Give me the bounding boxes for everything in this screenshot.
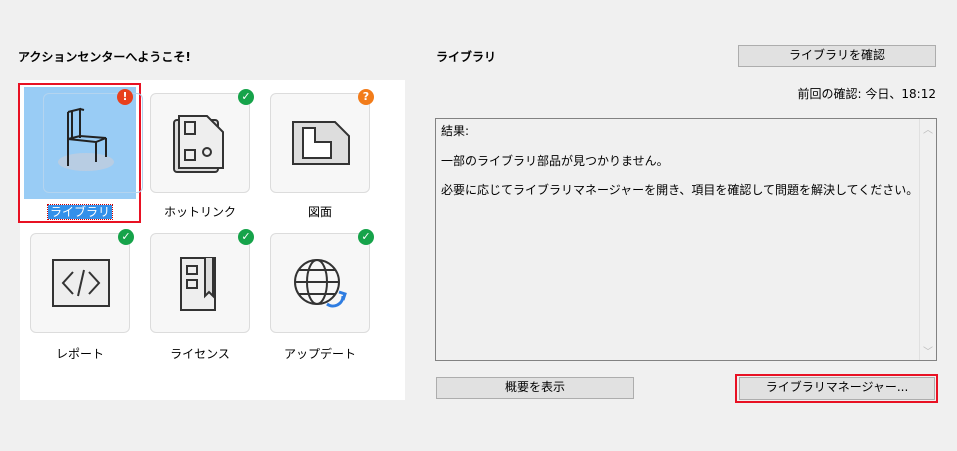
drawing-icon	[292, 121, 350, 165]
tile-label-license: ライセンス	[170, 347, 230, 361]
tile-label-library: ライブラリ	[46, 204, 114, 220]
license-icon	[180, 257, 216, 311]
library-manager-button[interactable]: ライブラリマネージャー...	[739, 377, 935, 400]
tile-label-report: レポート	[55, 347, 104, 361]
results-textbox[interactable]: 結果: 一部のライブラリ部品が見つかりません。 必要に応じてライブラリマネージャ…	[435, 118, 937, 361]
ok-badge-icon: ✓	[238, 229, 254, 245]
tile-label-drawing: 図面	[307, 205, 332, 219]
results-line: 必要に応じてライブラリマネージャーを開き、項目を確認して問題を解決してください。	[441, 183, 919, 197]
tile-drawing[interactable]	[270, 93, 370, 193]
check-library-button[interactable]: ライブラリを確認	[738, 45, 936, 67]
unknown-badge-icon: ?	[358, 89, 374, 105]
tile-update[interactable]	[270, 233, 370, 333]
tile-library[interactable]	[43, 93, 143, 193]
scroll-up-icon[interactable]: ︿	[920, 121, 936, 136]
show-summary-button[interactable]: 概要を表示	[436, 377, 634, 399]
chair-icon	[58, 107, 114, 171]
tile-hotlink[interactable]	[150, 93, 250, 193]
scroll-down-icon[interactable]: ﹀	[920, 343, 936, 358]
tile-label-hotlink: ホットリンク	[163, 205, 236, 219]
tile-label-update: アップデート	[283, 347, 356, 361]
hotlink-icon	[173, 115, 224, 173]
library-section-title: ライブラリ	[436, 50, 497, 64]
tile-report[interactable]	[30, 233, 130, 333]
error-badge-icon: !	[117, 89, 133, 105]
ok-badge-icon: ✓	[358, 229, 374, 245]
ok-badge-icon: ✓	[238, 89, 254, 105]
results-line: 一部のライブラリ部品が見つかりません。	[441, 154, 669, 168]
globe-update-icon	[294, 259, 347, 308]
code-icon	[52, 259, 110, 307]
ok-badge-icon: ✓	[118, 229, 134, 245]
tile-license[interactable]	[150, 233, 250, 333]
last-check-text: 前回の確認: 今日、18:12	[797, 87, 936, 101]
vertical-scrollbar[interactable]: ︿ ﹀	[919, 119, 936, 360]
results-heading: 結果:	[441, 124, 470, 138]
welcome-title: アクションセンターへようこそ!	[18, 50, 191, 64]
